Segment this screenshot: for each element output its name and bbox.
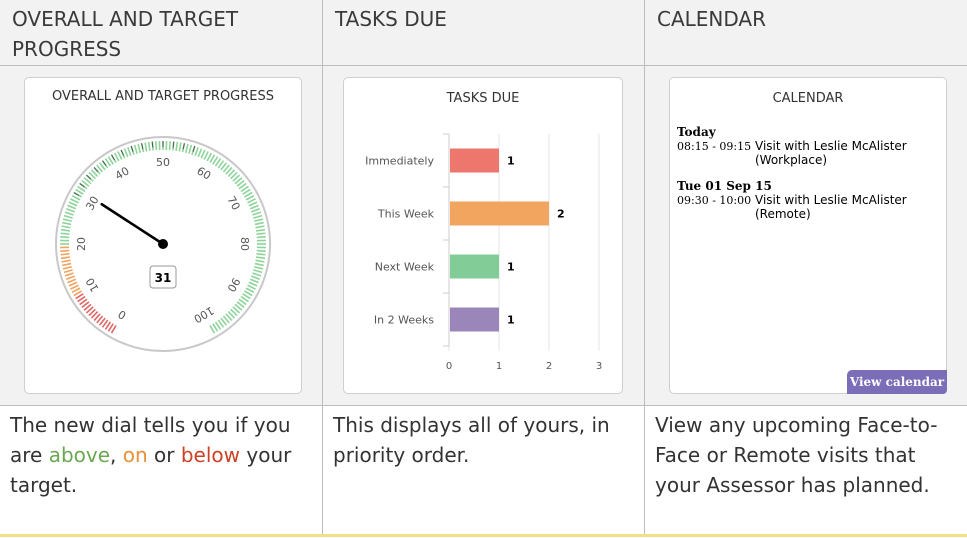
dial-band-tick bbox=[168, 141, 171, 151]
dial-band-tick bbox=[256, 249, 266, 252]
chart-category-label: This Week bbox=[377, 208, 435, 221]
progress-dial: 010203040506070809010031 bbox=[55, 136, 271, 352]
calendar-event-location: (Remote) bbox=[755, 207, 811, 221]
tasks-widget: TASKS DUE 0 1 2 3 Immediately 1 This Week 2 Next… bbox=[343, 77, 623, 394]
calendar-event-title[interactable]: Visit with Leslie McAlister bbox=[755, 139, 907, 153]
calendar-description: View any upcoming Face-to-Face or Remote… bbox=[645, 406, 967, 534]
chart-bar[interactable] bbox=[450, 201, 549, 226]
dial-hub bbox=[158, 239, 168, 249]
chart-category-label: Immediately bbox=[365, 155, 434, 168]
dial-scale-label: 80 bbox=[238, 237, 251, 251]
chart-bar[interactable] bbox=[450, 307, 499, 332]
tasks-description: This displays all of yours, in priority … bbox=[323, 406, 645, 534]
header-calendar-label: CALENDAR bbox=[657, 7, 767, 31]
tasks-bar-chart: 0 1 2 3 Immediately 1 This Week 2 Next Week 1 In 2… bbox=[365, 133, 602, 372]
chart-x-tick: 3 bbox=[596, 361, 602, 372]
dial-scale-label: 50 bbox=[156, 156, 170, 169]
tasks-description-text: This displays all of yours, in priority … bbox=[333, 413, 610, 467]
chart-x-tick: 2 bbox=[546, 361, 552, 372]
dial-band-tick bbox=[60, 236, 70, 239]
chart-x-tick: 1 bbox=[496, 361, 502, 372]
header-progress-label: OVERALL AND TARGET PROGRESS bbox=[12, 7, 239, 61]
calendar-cell: CALENDAR Today 08:15 - 09:15 Visit with … bbox=[645, 66, 967, 406]
bottom-border bbox=[0, 534, 967, 537]
chart-data-label: 1 bbox=[507, 314, 515, 327]
header-tasks-label: TASKS DUE bbox=[335, 7, 447, 31]
calendar-event-title[interactable]: Visit with Leslie McAlister bbox=[755, 193, 907, 207]
progress-widget: OVERALL AND TARGET PROGRESS 0 10 20 30 40 50 6… bbox=[24, 77, 302, 394]
header-tasks: TASKS DUE bbox=[323, 0, 645, 66]
chart-data-label: 1 bbox=[507, 261, 515, 274]
separator: , bbox=[110, 443, 123, 467]
progress-description: The new dial tells you if you are above,… bbox=[0, 406, 323, 534]
separator: or bbox=[147, 443, 181, 467]
chart-bar[interactable] bbox=[450, 148, 499, 173]
header-progress: OVERALL AND TARGET PROGRESS bbox=[0, 0, 323, 66]
dial-band-tick bbox=[60, 232, 70, 235]
feature-table: OVERALL AND TARGET PROGRESS TASKS DUE CA… bbox=[0, 0, 967, 538]
dial-scale-label: 20 bbox=[75, 237, 88, 251]
calendar-event-time: 08:15 - 09:15 bbox=[677, 140, 752, 153]
above-word: above bbox=[48, 443, 111, 467]
calendar-day-today: Today bbox=[677, 125, 716, 139]
dial-band-tick bbox=[60, 249, 70, 252]
chart-data-label: 1 bbox=[507, 155, 515, 168]
chart-data-label: 2 bbox=[557, 208, 565, 221]
calendar-event-location: (Workplace) bbox=[755, 153, 828, 167]
dial-band-tick bbox=[60, 253, 70, 256]
calendar-widget: CALENDAR Today 08:15 - 09:15 Visit with … bbox=[669, 77, 947, 394]
chart-category-label: Next Week bbox=[375, 261, 435, 274]
view-calendar-button[interactable]: View calendar bbox=[847, 370, 947, 394]
calendar-description-text: View any upcoming Face-to-Face or Remote… bbox=[655, 413, 938, 497]
chart-category-label: In 2 Weeks bbox=[374, 314, 434, 327]
progress-widget-title: OVERALL AND TARGET PROGRESS bbox=[51, 89, 275, 104]
dial-band-tick bbox=[155, 141, 158, 151]
chart-bar[interactable] bbox=[450, 254, 499, 279]
on-word: on bbox=[122, 443, 148, 467]
chart-x-tick: 0 bbox=[446, 361, 452, 372]
dial-band-tick bbox=[256, 253, 266, 256]
dial-band-tick bbox=[256, 232, 266, 235]
tasks-cell: TASKS DUE 0 1 2 3 Immediately 1 This Week 2 Next… bbox=[323, 66, 645, 406]
calendar-widget-title: CALENDAR bbox=[772, 91, 844, 106]
progress-cell: OVERALL AND TARGET PROGRESS 0 10 20 30 40 50 6… bbox=[0, 66, 323, 406]
dial-band-tick bbox=[256, 236, 266, 239]
dial-major-tick bbox=[172, 141, 175, 148]
dial-major-tick bbox=[151, 141, 154, 148]
header-calendar: CALENDAR bbox=[645, 0, 967, 66]
calendar-event-time: 09:30 - 10:00 bbox=[677, 194, 752, 207]
below-word: below bbox=[180, 443, 241, 467]
calendar-day-date: Tue 01 Sep 15 bbox=[677, 179, 772, 193]
dial-value: 31 bbox=[155, 271, 172, 285]
